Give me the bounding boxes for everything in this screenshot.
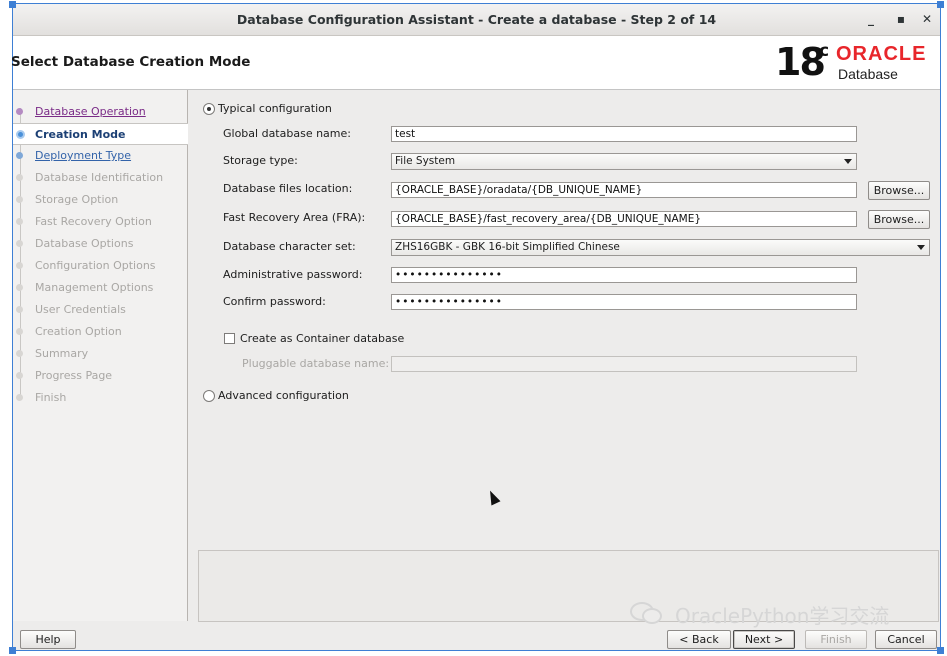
nav-step-fast-recovery-option: Fast Recovery Option (13, 211, 188, 233)
confirm-password-label: Confirm password: (223, 295, 326, 308)
next-button[interactable]: Next > (733, 630, 795, 649)
charset-select[interactable]: ZHS16GBK - GBK 16-bit Simplified Chinese (391, 239, 930, 256)
confirm-password-input[interactable]: ••••••••••••••• (391, 294, 857, 310)
title-bar[interactable]: Database Configuration Assistant - Creat… (13, 4, 940, 36)
container-db-checkbox[interactable] (224, 333, 235, 344)
resize-handle[interactable] (937, 1, 944, 8)
advanced-config-label[interactable]: Advanced configuration (218, 389, 349, 402)
resize-handle[interactable] (937, 647, 944, 654)
typical-config-radio[interactable] (203, 103, 215, 115)
step-pending-icon (16, 306, 23, 313)
container-db-label[interactable]: Create as Container database (240, 332, 404, 345)
step-done-icon (16, 108, 23, 115)
page-header: Select Database Creation Mode 18 c ORACL… (11, 36, 940, 90)
browse-fra-button[interactable]: Browse... (868, 210, 930, 229)
nav-step-management-options: Management Options (13, 277, 188, 299)
db-files-location-label: Database files location: (223, 182, 353, 195)
step-current-icon (16, 130, 25, 139)
step-pending-icon (16, 240, 23, 247)
watermark-text: OraclePython学习交流 (675, 604, 890, 628)
nav-step-database-operation[interactable]: Database Operation (13, 101, 188, 123)
nav-step-label: Creation Option (35, 325, 122, 338)
nav-step-label: Database Identification (35, 171, 164, 184)
pluggable-db-input (391, 356, 857, 372)
minimize-button[interactable]: _ (862, 4, 880, 35)
nav-step-finish: Finish (13, 387, 188, 409)
step-pending-icon (16, 218, 23, 225)
logo-product: Database (838, 66, 898, 82)
global-db-name-label: Global database name: (223, 127, 351, 140)
nav-step-label: Progress Page (35, 369, 113, 382)
nav-step-database-identification: Database Identification (13, 167, 188, 189)
typical-config-label[interactable]: Typical configuration (218, 102, 332, 115)
nav-step-creation-option: Creation Option (13, 321, 188, 343)
nav-step-label: Summary (35, 347, 89, 360)
storage-type-label: Storage type: (223, 154, 298, 167)
nav-step-progress-page: Progress Page (13, 365, 188, 387)
main-content: Typical configuration Global database na… (189, 90, 940, 550)
nav-step-label: Management Options (35, 281, 154, 294)
charset-label: Database character set: (223, 240, 356, 253)
nav-step-deployment-type[interactable]: Deployment Type (13, 145, 188, 167)
step-pending-icon (16, 394, 23, 401)
help-button[interactable]: Help (20, 630, 76, 649)
pluggable-db-label: Pluggable database name: (242, 357, 390, 370)
resize-handle[interactable] (9, 1, 16, 8)
charset-value: ZHS16GBK - GBK 16-bit Simplified Chinese (395, 241, 620, 253)
nav-step-label: Configuration Options (35, 259, 156, 272)
finish-button: Finish (805, 630, 867, 649)
step-pending-icon (16, 350, 23, 357)
logo-version: 18 (775, 40, 826, 84)
nav-step-creation-mode[interactable]: Creation Mode (13, 123, 188, 145)
nav-step-label: Database Operation (35, 105, 146, 118)
dropdown-arrow-icon (917, 245, 925, 250)
step-pending-icon (16, 328, 23, 335)
wechat-icon-bubble (642, 608, 662, 624)
nav-step-summary: Summary (13, 343, 188, 365)
resize-handle[interactable] (9, 647, 16, 654)
fra-location-input[interactable]: {ORACLE_BASE}/fast_recovery_area/{DB_UNI… (391, 211, 857, 227)
logo-brand: ORACLE (836, 43, 927, 65)
nav-step-user-credentials: User Credentials (13, 299, 188, 321)
nav-step-label: Database Options (35, 237, 134, 250)
step-pending-icon (16, 372, 23, 379)
global-db-name-input[interactable]: test (391, 126, 857, 142)
nav-step-configuration-options: Configuration Options (13, 255, 188, 277)
fra-label: Fast Recovery Area (FRA): (223, 211, 366, 224)
step-pending-icon (16, 284, 23, 291)
nav-step-database-options: Database Options (13, 233, 188, 255)
nav-step-label: User Credentials (35, 303, 126, 316)
db-files-location-input[interactable]: {ORACLE_BASE}/oradata/{DB_UNIQUE_NAME} (391, 182, 857, 198)
nav-step-storage-option: Storage Option (13, 189, 188, 211)
window-title: Database Configuration Assistant - Creat… (236, 12, 717, 27)
close-button[interactable]: ✕ (918, 4, 936, 35)
page-title: Select Database Creation Mode (11, 54, 251, 70)
logo-suffix: c (819, 41, 830, 61)
step-link-icon (16, 152, 23, 159)
storage-type-value: File System (395, 155, 456, 167)
nav-step-label: Fast Recovery Option (35, 215, 152, 228)
step-pending-icon (16, 174, 23, 181)
nav-step-label: Storage Option (35, 193, 119, 206)
back-button[interactable]: < Back (667, 630, 731, 649)
cancel-button[interactable]: Cancel (875, 630, 937, 649)
nav-step-label: Creation Mode (35, 128, 126, 141)
dropdown-arrow-icon (844, 159, 852, 164)
step-pending-icon (16, 196, 23, 203)
maximize-button[interactable]: ▪ (892, 4, 910, 35)
step-navigation: Database Operation Creation Mode Deploym… (13, 90, 188, 621)
dbca-window: Database Configuration Assistant - Creat… (9, 1, 944, 654)
browse-db-files-button[interactable]: Browse... (868, 181, 930, 200)
admin-password-input[interactable]: ••••••••••••••• (391, 267, 857, 283)
admin-password-label: Administrative password: (223, 268, 363, 281)
storage-type-select[interactable]: File System (391, 153, 857, 170)
nav-step-label: Deployment Type (35, 149, 132, 162)
step-pending-icon (16, 262, 23, 269)
advanced-config-radio[interactable] (203, 390, 215, 402)
nav-step-label: Finish (35, 391, 67, 404)
